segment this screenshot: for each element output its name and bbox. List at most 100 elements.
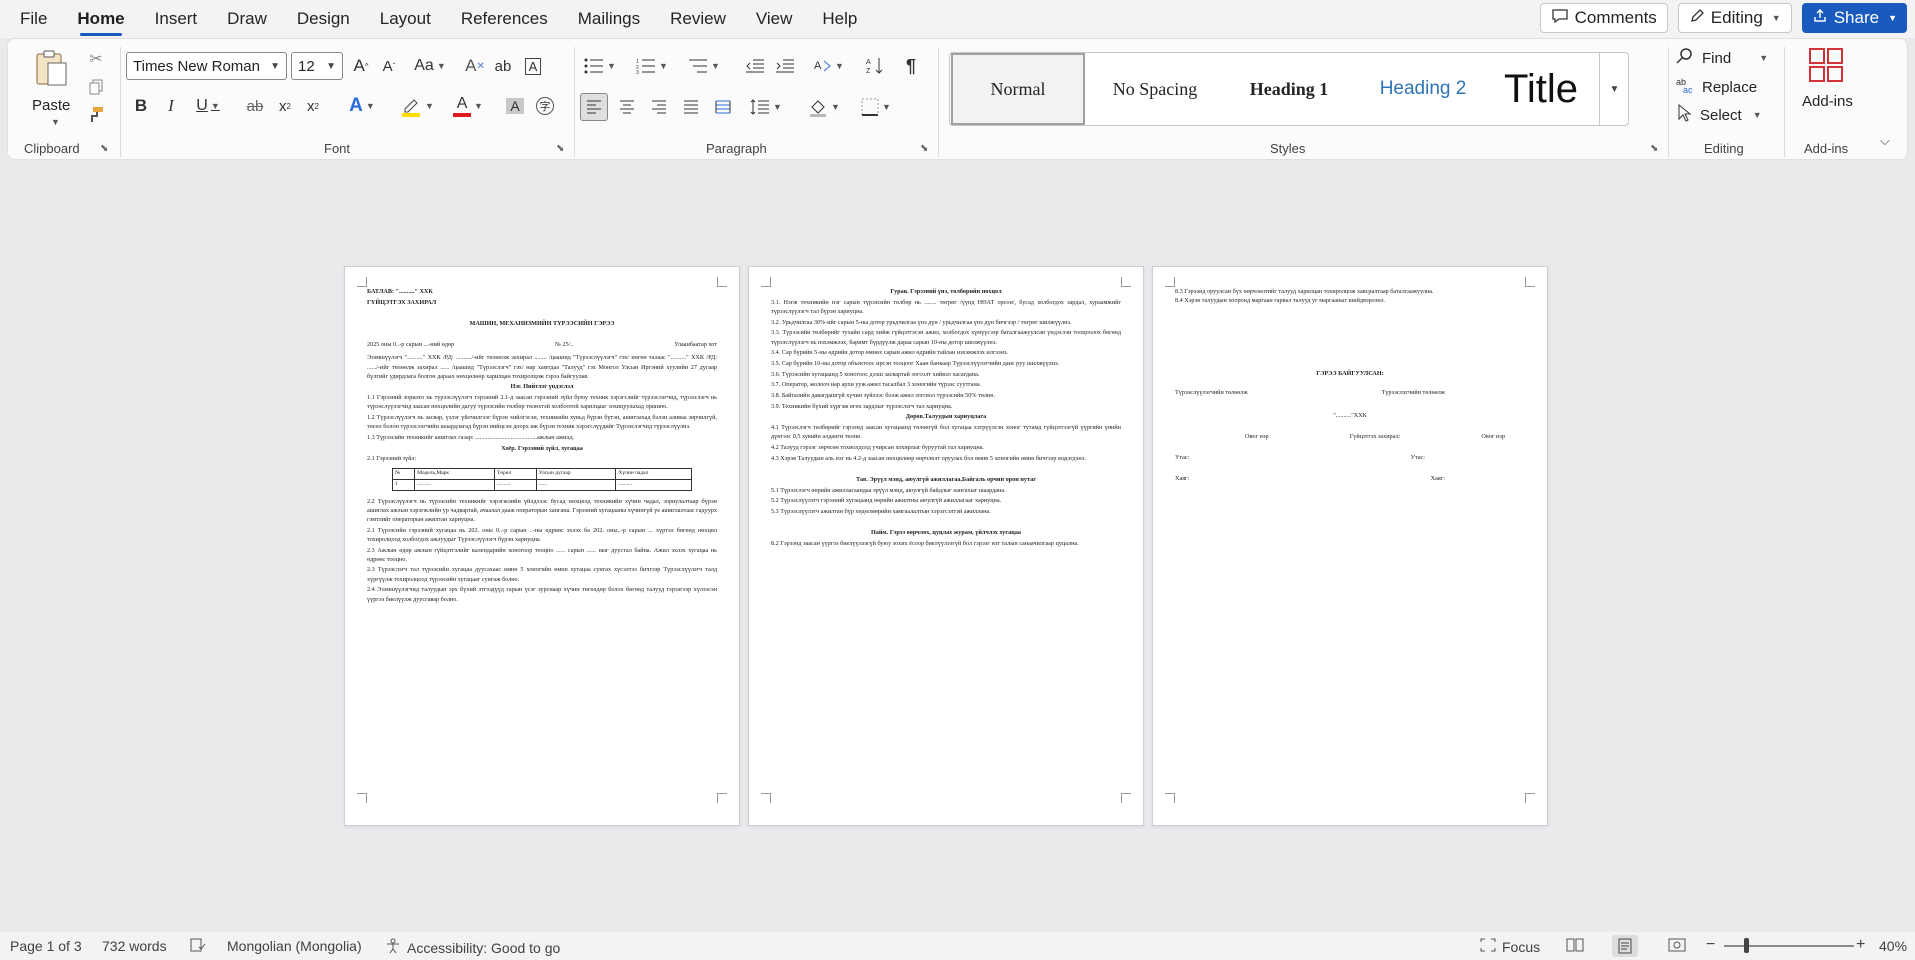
tab-draw[interactable]: Draw (212, 0, 282, 38)
enclose-characters-icon[interactable]: 字 (532, 93, 558, 119)
styles-launcher-icon[interactable]: ⬊ (1650, 143, 1658, 154)
font-launcher-icon[interactable]: ⬊ (556, 143, 564, 154)
tab-help[interactable]: Help (807, 0, 872, 38)
cut-icon[interactable]: ✂ (84, 47, 108, 71)
contract-date: 2025 оны 0..-р сарын ...-ний өдөр (367, 341, 455, 349)
chevron-down-icon: ▼ (1759, 53, 1769, 63)
strikethrough-icon[interactable]: ab (242, 93, 268, 119)
tab-home[interactable]: Home (62, 0, 139, 38)
add-ins-button[interactable]: Add-ins (1792, 45, 1862, 125)
italic-icon[interactable]: I (158, 93, 184, 119)
comments-button[interactable]: Comments (1539, 3, 1668, 33)
style-normal[interactable]: Normal (951, 53, 1085, 125)
tab-references[interactable]: References (446, 0, 563, 38)
copy-icon[interactable] (84, 75, 108, 99)
clear-formatting-icon[interactable]: A ✕ (462, 53, 488, 79)
select-button[interactable]: Select ▼ (1676, 102, 1762, 128)
style-no-spacing[interactable]: No Spacing (1088, 53, 1222, 125)
style-heading-1[interactable]: Heading 1 (1222, 53, 1356, 125)
font-size-value: 12 (298, 57, 315, 75)
read-mode-icon[interactable] (1566, 938, 1584, 952)
page-count[interactable]: Page 1 of 3 (10, 938, 82, 954)
format-painter-icon[interactable] (84, 103, 108, 127)
document-page-3[interactable]: 8.3 Гэрээнд оруулсан бүх өөрчлөлтийг тал… (1152, 266, 1548, 826)
print-layout-icon[interactable] (1612, 935, 1638, 957)
replace-button[interactable]: ab ac Replace (1676, 74, 1757, 100)
tab-insert[interactable]: Insert (140, 0, 213, 38)
word-count[interactable]: 732 words (102, 938, 167, 954)
paragraph: 3.3. Түрээсийн төлбөрийг тухайн сард хий… (771, 329, 1121, 346)
phonetic-guide-icon[interactable]: ab (490, 53, 516, 79)
superscript-icon[interactable]: x2 (300, 93, 326, 119)
text-effects-icon[interactable]: A ▼ (342, 93, 382, 119)
editing-mode-button[interactable]: Editing ▼ (1677, 3, 1792, 33)
bold-icon[interactable]: B (128, 93, 154, 119)
styles-more-button[interactable]: ▼ (1599, 52, 1629, 126)
increase-indent-icon[interactable] (772, 53, 798, 79)
crop-mark (357, 277, 367, 287)
decrease-indent-icon[interactable] (742, 53, 768, 79)
grow-font-icon[interactable]: A ^ (348, 53, 374, 79)
page-2-content: Гурав. Гэрээний үнэ, төлбөрийн нөхцөл 3.… (771, 287, 1121, 550)
approve-line-2: ГҮЙЦЭТГЭХ ЗАХИРАЛ (367, 298, 437, 306)
bullets-icon[interactable]: ▼ (580, 53, 620, 79)
language-button[interactable]: Mongolian (Mongolia) (227, 938, 362, 954)
right-address-label: Хаяг: (1430, 474, 1445, 482)
align-center-icon[interactable] (614, 93, 640, 121)
subscript-icon[interactable]: x2 (272, 93, 298, 119)
tab-file[interactable]: File (0, 0, 62, 38)
tab-layout[interactable]: Layout (365, 0, 446, 38)
font-color-icon[interactable]: A ▼ (448, 93, 488, 119)
collapse-ribbon-button[interactable]: ⌵ (1880, 133, 1890, 149)
divider (574, 47, 575, 157)
paste-button[interactable]: Paste ▼ (26, 45, 78, 127)
right-party-label: Түрээслэгчийн төлөөлж (1381, 388, 1446, 396)
clipboard-launcher-icon[interactable]: ⬊ (100, 143, 108, 154)
shrink-font-icon[interactable]: Aˇ (376, 53, 402, 79)
zoom-level[interactable]: 40% (1879, 938, 1907, 954)
style-no-spacing-label: No Spacing (1112, 78, 1198, 99)
zoom-slider-thumb[interactable] (1744, 938, 1749, 953)
font-size-select[interactable]: 12 ▼ (291, 52, 343, 80)
crop-mark (357, 793, 367, 803)
justify-icon[interactable] (678, 93, 704, 121)
share-button[interactable]: Share ▼ (1801, 3, 1907, 33)
borders-icon[interactable]: ▼ (856, 93, 896, 121)
replace-icon: ab ac (1676, 76, 1694, 98)
shading-icon[interactable]: ▼ (804, 93, 844, 121)
web-layout-icon[interactable] (1668, 938, 1686, 952)
change-case-icon[interactable]: Aa ▼ (410, 53, 450, 79)
character-border-icon[interactable]: A (520, 53, 546, 79)
line-spacing-icon[interactable]: ▼ (746, 93, 786, 121)
focus-button[interactable]: Focus (1480, 938, 1540, 955)
font-name-select[interactable]: Times New Roman ▼ (126, 52, 287, 80)
accessibility-icon (385, 938, 401, 957)
style-heading-2[interactable]: Heading 2 (1356, 53, 1490, 125)
align-left-icon[interactable] (580, 93, 608, 121)
highlight-color-icon[interactable]: ▼ (396, 93, 438, 119)
numbering-icon[interactable]: 1 2 3 ▼ (632, 53, 672, 79)
show-formatting-icon[interactable]: ¶ (898, 53, 924, 79)
multilevel-list-icon[interactable]: ▼ (684, 53, 724, 79)
zoom-out-button[interactable]: − (1706, 936, 1715, 954)
tab-view[interactable]: View (741, 0, 808, 38)
sort-icon[interactable]: AZ (862, 53, 888, 79)
tab-design[interactable]: Design (282, 0, 365, 38)
character-shading-icon[interactable]: A (502, 93, 528, 119)
table-cell: .......... (615, 478, 692, 491)
style-title[interactable]: Title (1486, 53, 1596, 125)
accessibility-button[interactable]: Accessibility: Good to go (385, 938, 560, 957)
tab-review[interactable]: Review (655, 0, 741, 38)
tab-mailings[interactable]: Mailings (563, 0, 655, 38)
zoom-in-button[interactable]: + (1856, 936, 1865, 954)
underline-icon[interactable]: U ▼ (190, 93, 226, 119)
find-button[interactable]: Find ▼ (1676, 45, 1768, 71)
align-right-icon[interactable] (646, 93, 672, 121)
paragraph: 3.5. Сар бүрийн 10-ны дотор объектоос ир… (771, 359, 1060, 367)
text-direction-icon[interactable]: A ▼ (808, 53, 848, 79)
document-page-2[interactable]: Гурав. Гэрээний үнэ, төлбөрийн нөхцөл 3.… (748, 266, 1144, 826)
paragraph-launcher-icon[interactable]: ⬊ (920, 143, 928, 154)
distributed-icon[interactable] (710, 93, 736, 121)
document-page-1[interactable]: БАТЛАВ: ".........." ХХК ГҮЙЦЭТГЭХ ЗАХИР… (344, 266, 740, 826)
proofing-button[interactable] (190, 938, 206, 955)
